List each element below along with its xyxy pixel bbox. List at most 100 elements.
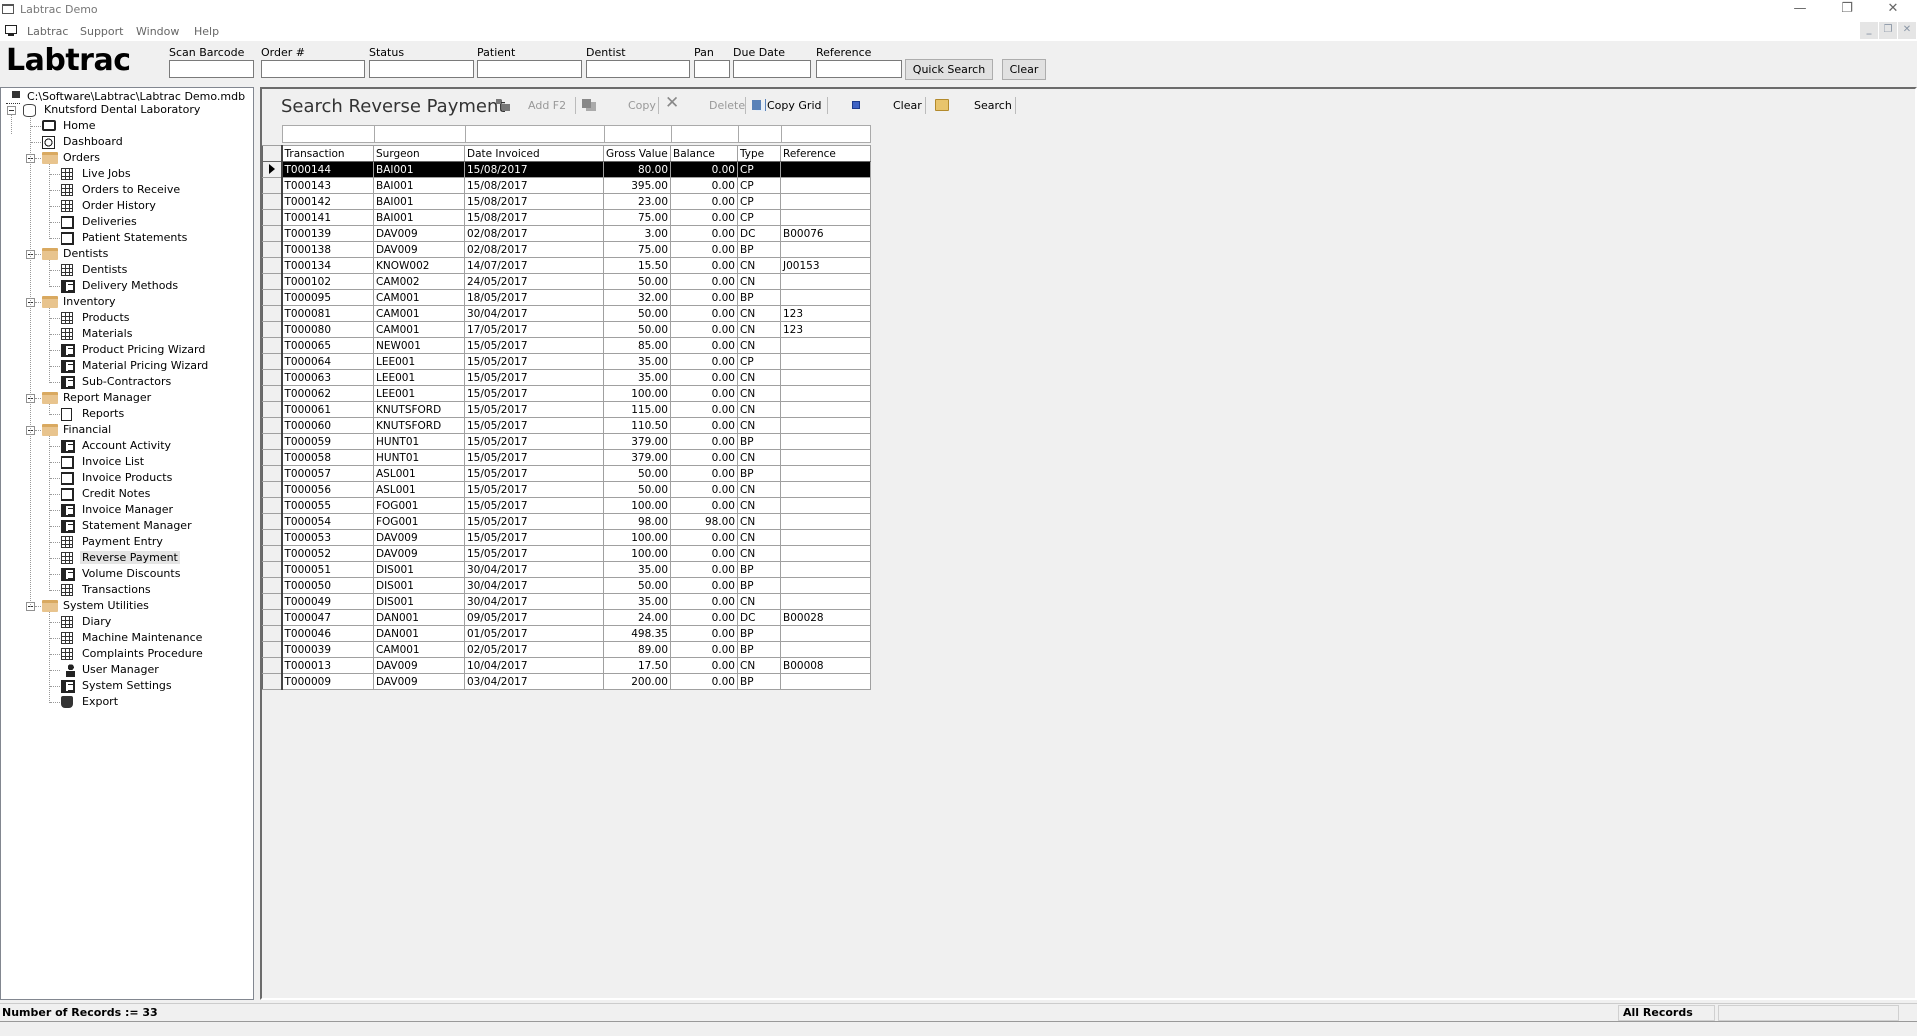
cell-reference[interactable] [780, 673, 871, 690]
cell-balance[interactable]: 0.00 [670, 257, 738, 274]
cell-date-invoiced[interactable]: 15/05/2017 [464, 513, 604, 530]
cell-balance[interactable]: 0.00 [670, 369, 738, 386]
cell-balance[interactable]: 0.00 [670, 289, 738, 306]
quick-search-button[interactable]: Quick Search [905, 59, 993, 80]
menu-support[interactable]: Support [80, 25, 123, 38]
cell-date-invoiced[interactable]: 02/08/2017 [464, 225, 604, 242]
due-date-input[interactable] [733, 60, 811, 78]
tree-item-diary[interactable]: Diary [61, 614, 113, 630]
tree-lab-node[interactable]: Knutsford Dental Laboratory [23, 102, 202, 118]
cell-gross-value[interactable]: 24.00 [603, 609, 671, 626]
table-row[interactable]: T000047 DAN001 09/05/2017 24.00 0.00 DC B00028 [262, 609, 871, 626]
tree-item-order-history[interactable]: Order History [61, 198, 158, 214]
cell-transaction[interactable]: T000142 [281, 193, 374, 210]
cell-type[interactable]: CP [737, 161, 781, 178]
cell-gross-value[interactable]: 110.50 [603, 417, 671, 434]
cell-reference[interactable] [780, 353, 871, 370]
cell-type[interactable]: CN [737, 305, 781, 322]
row-selector[interactable] [262, 401, 283, 418]
cell-transaction[interactable]: T000013 [281, 657, 374, 674]
cell-surgeon[interactable]: DAV009 [373, 241, 465, 258]
table-row[interactable]: T000052 DAV009 15/05/2017 100.00 0.00 CN [262, 545, 871, 562]
tree-item-delivery-methods[interactable]: Delivery Methods [61, 278, 180, 294]
tree-group-financial[interactable]: Financial [42, 422, 113, 438]
cell-reference[interactable] [780, 545, 871, 562]
filter-reference[interactable] [781, 125, 871, 143]
cell-surgeon[interactable]: CAM001 [373, 641, 465, 658]
cell-surgeon[interactable]: KNUTSFORD [373, 417, 465, 434]
cell-balance[interactable]: 0.00 [670, 609, 738, 626]
cell-gross-value[interactable]: 395.00 [603, 177, 671, 194]
cell-gross-value[interactable]: 15.50 [603, 257, 671, 274]
cell-transaction[interactable]: T000057 [281, 465, 374, 482]
cell-transaction[interactable]: T000143 [281, 177, 374, 194]
cell-reference[interactable] [780, 577, 871, 594]
row-selector[interactable] [262, 465, 283, 482]
cell-date-invoiced[interactable]: 15/08/2017 [464, 161, 604, 178]
table-row[interactable]: T000064 LEE001 15/05/2017 35.00 0.00 CP [262, 353, 871, 370]
cell-date-invoiced[interactable]: 24/05/2017 [464, 273, 604, 290]
cell-transaction[interactable]: T000039 [281, 641, 374, 658]
column-header-type[interactable]: Type [737, 145, 781, 162]
cell-transaction[interactable]: T000059 [281, 433, 374, 450]
cell-transaction[interactable]: T000064 [281, 353, 374, 370]
cell-balance[interactable]: 0.00 [670, 241, 738, 258]
cell-type[interactable]: BP [737, 289, 781, 306]
cell-transaction[interactable]: T000061 [281, 401, 374, 418]
cell-gross-value[interactable]: 35.00 [603, 593, 671, 610]
cell-balance[interactable]: 0.00 [670, 321, 738, 338]
tree-item-home[interactable]: Home [42, 118, 97, 134]
cell-type[interactable]: CP [737, 193, 781, 210]
table-row[interactable]: T000051 DIS001 30/04/2017 35.00 0.00 BP [262, 561, 871, 578]
cell-type[interactable]: CN [737, 449, 781, 466]
cell-gross-value[interactable]: 35.00 [603, 353, 671, 370]
row-selector[interactable] [262, 273, 283, 290]
cell-reference[interactable]: B00028 [780, 609, 871, 626]
column-header-balance[interactable]: Balance [670, 145, 738, 162]
cell-transaction[interactable]: T000009 [281, 673, 374, 690]
cell-balance[interactable]: 0.00 [670, 497, 738, 514]
cell-reference[interactable] [780, 481, 871, 498]
cell-date-invoiced[interactable]: 15/05/2017 [464, 545, 604, 562]
cell-surgeon[interactable]: CAM001 [373, 289, 465, 306]
row-selector[interactable] [262, 337, 283, 354]
cell-reference[interactable] [780, 593, 871, 610]
cell-reference[interactable] [780, 433, 871, 450]
column-header-reference[interactable]: Reference [780, 145, 871, 162]
cell-surgeon[interactable]: DAV009 [373, 225, 465, 242]
cell-transaction[interactable]: T000065 [281, 337, 374, 354]
row-selector[interactable] [262, 161, 283, 178]
tree-item-credit-notes[interactable]: Credit Notes [61, 486, 152, 502]
cell-type[interactable]: CN [737, 369, 781, 386]
row-selector[interactable] [262, 481, 283, 498]
table-row[interactable]: T000141 BAI001 15/08/2017 75.00 0.00 CP [262, 209, 871, 226]
cell-type[interactable]: CN [737, 337, 781, 354]
cell-date-invoiced[interactable]: 15/05/2017 [464, 529, 604, 546]
cell-date-invoiced[interactable]: 15/05/2017 [464, 401, 604, 418]
cell-surgeon[interactable]: LEE001 [373, 353, 465, 370]
cell-gross-value[interactable]: 115.00 [603, 401, 671, 418]
cell-surgeon[interactable]: CAM001 [373, 321, 465, 338]
cell-reference[interactable] [780, 465, 871, 482]
cell-date-invoiced[interactable]: 02/08/2017 [464, 241, 604, 258]
cell-gross-value[interactable]: 50.00 [603, 481, 671, 498]
row-selector[interactable] [262, 193, 283, 210]
tree-item-reports[interactable]: Reports [61, 406, 126, 422]
filter-transaction[interactable] [282, 125, 374, 143]
row-selector[interactable] [262, 417, 283, 434]
cell-date-invoiced[interactable]: 15/08/2017 [464, 193, 604, 210]
cell-transaction[interactable]: T000141 [281, 209, 374, 226]
cell-type[interactable]: CN [737, 273, 781, 290]
cell-gross-value[interactable]: 75.00 [603, 241, 671, 258]
cell-balance[interactable]: 0.00 [670, 337, 738, 354]
pan-input[interactable] [694, 60, 730, 78]
cell-surgeon[interactable]: NEW001 [373, 337, 465, 354]
tree-item-product-pricing-wizard[interactable]: Product Pricing Wizard [61, 342, 207, 358]
table-row[interactable]: T000050 DIS001 30/04/2017 50.00 0.00 BP [262, 577, 871, 594]
cell-reference[interactable] [780, 529, 871, 546]
cell-reference[interactable] [780, 289, 871, 306]
cell-date-invoiced[interactable]: 30/04/2017 [464, 593, 604, 610]
cell-reference[interactable] [780, 401, 871, 418]
cell-date-invoiced[interactable]: 30/04/2017 [464, 577, 604, 594]
cell-balance[interactable]: 0.00 [670, 273, 738, 290]
